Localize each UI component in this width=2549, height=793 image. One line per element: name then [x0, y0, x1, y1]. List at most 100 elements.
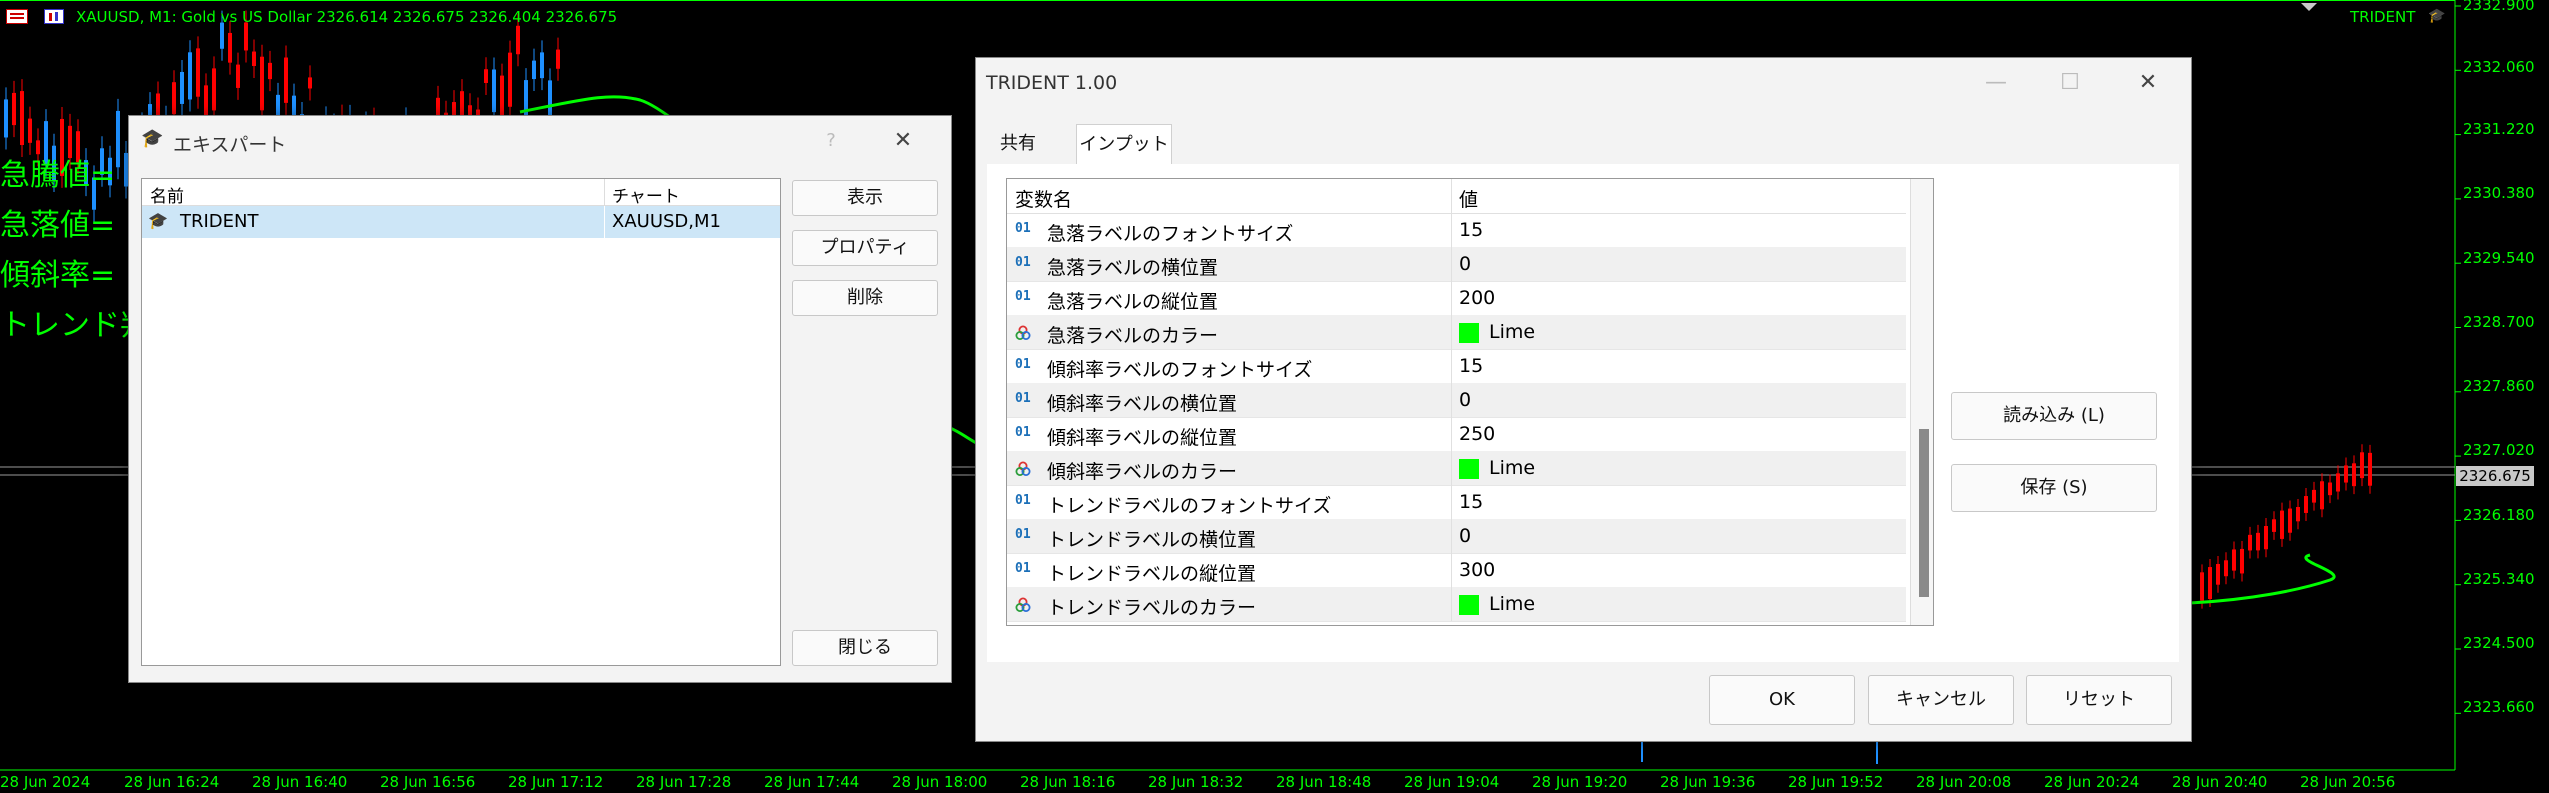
input-value[interactable]: 15	[1459, 355, 1483, 377]
maximize-button[interactable]: ☐	[2050, 68, 2090, 98]
input-row[interactable]: 01 トレンドラベルのフォントサイズ 15	[1007, 485, 1906, 520]
palette-icon	[1015, 460, 1031, 476]
candle-body	[532, 60, 536, 80]
candle-body	[540, 52, 544, 79]
input-name: トレンドラベルのフォントサイズ	[1047, 495, 1332, 517]
input-row[interactable]: 01 急落ラベルのフォントサイズ 15	[1007, 213, 1906, 248]
candle-body	[244, 22, 248, 51]
candle-body	[2296, 507, 2300, 522]
input-row[interactable]: 01 トレンドラベルの縦位置 300	[1007, 553, 1906, 588]
input-name: 急落ラベルのフォントサイズ	[1047, 223, 1294, 245]
help-button[interactable]: ?	[811, 126, 851, 156]
save-button[interactable]: 保存 (S)	[1951, 464, 2157, 512]
tab-common[interactable]: 共有	[988, 124, 1048, 164]
expert-hat-icon: 🎓	[148, 211, 168, 230]
expert-window[interactable]: 🎓 エキスパート ? ✕ 名前 チャート 🎓 TRIDENT XAUUSD,M1…	[128, 115, 952, 683]
input-name: 傾斜率ラベルのカラー	[1047, 461, 1238, 483]
input-name: 急落ラベルの横位置	[1047, 257, 1219, 279]
x-tick-label: 28 Jun 20:24	[2044, 773, 2140, 791]
input-row[interactable]: 01 傾斜率ラベルのフォントサイズ 15	[1007, 349, 1906, 384]
load-button[interactable]: 読み込み (L)	[1951, 392, 2157, 440]
candle-body	[28, 118, 32, 143]
chart-menu-icon[interactable]	[6, 9, 28, 24]
candle-body	[2360, 452, 2364, 479]
input-name: トレンドラベルのカラー	[1047, 597, 1257, 619]
variable-name-header[interactable]: 変数名	[1015, 185, 1072, 212]
reset-button[interactable]: リセット	[2026, 675, 2172, 725]
input-name: トレンドラベルの横位置	[1047, 529, 1257, 551]
minimize-button[interactable]: —	[1976, 68, 2016, 98]
input-row[interactable]: 01 急落ラベルの縦位置 200	[1007, 281, 1906, 316]
input-row[interactable]: 傾斜率ラベルのカラー Lime	[1007, 451, 1906, 486]
integer-type-icon: 01	[1015, 221, 1031, 236]
integer-type-icon: 01	[1015, 391, 1031, 406]
tab-inputs[interactable]: インプット	[1076, 124, 1172, 164]
input-value[interactable]: 15	[1459, 491, 1483, 513]
integer-type-icon: 01	[1015, 357, 1031, 372]
input-row[interactable]: 01 トレンドラベルの横位置 0	[1007, 519, 1906, 554]
value-header[interactable]: 値	[1459, 185, 1478, 212]
show-button[interactable]: 表示	[792, 180, 938, 216]
properties-button[interactable]: プロパティ	[792, 230, 938, 266]
close-button[interactable]: ✕	[883, 126, 923, 156]
candle-body	[2312, 489, 2316, 503]
input-row[interactable]: 01 急落ラベルの横位置 0	[1007, 247, 1906, 282]
scrollbar-thumb[interactable]	[1919, 429, 1929, 597]
chart-type-icon[interactable]	[44, 9, 64, 24]
candle-body	[228, 32, 232, 63]
close-dialog-button[interactable]: 閉じる	[792, 630, 938, 666]
expert-row[interactable]: 🎓 TRIDENT XAUUSD,M1	[142, 206, 780, 238]
delete-button[interactable]: 削除	[792, 280, 938, 316]
input-value[interactable]: 0	[1459, 525, 1471, 547]
x-tick-label: 28 Jun 20:40	[2172, 773, 2268, 791]
x-tick-label: 28 Jun 20:08	[1916, 773, 2012, 791]
input-row[interactable]: 01 傾斜率ラベルの縦位置 250	[1007, 417, 1906, 452]
expert-window-titlebar[interactable]: 🎓 エキスパート ? ✕	[129, 116, 951, 166]
candle-body	[268, 62, 272, 80]
color-swatch[interactable]	[1459, 595, 1479, 615]
color-swatch[interactable]	[1459, 323, 1479, 343]
expert-list[interactable]: 名前 チャート 🎓 TRIDENT XAUUSD,M1	[141, 178, 781, 666]
input-row[interactable]: トレンドラベルのカラー Lime	[1007, 587, 1906, 622]
candle-body	[252, 51, 256, 67]
palette-icon	[1015, 596, 1031, 612]
candle-body	[2224, 560, 2228, 577]
input-value[interactable]: 0	[1459, 253, 1471, 275]
close-button[interactable]: ✕	[2128, 68, 2168, 98]
y-tick-label: 2331.220	[2463, 120, 2535, 138]
input-value[interactable]: 300	[1459, 559, 1495, 581]
column-name-header[interactable]: 名前	[150, 182, 184, 207]
candle-body	[2248, 534, 2252, 551]
color-swatch[interactable]	[1459, 459, 1479, 479]
input-value[interactable]: Lime	[1489, 593, 1535, 615]
candle-body	[284, 57, 288, 103]
ok-button[interactable]: OK	[1709, 675, 1855, 725]
input-value[interactable]: 15	[1459, 219, 1483, 241]
candle-body	[484, 69, 488, 83]
input-value[interactable]: Lime	[1489, 457, 1535, 479]
candle-body	[516, 25, 520, 55]
column-divider	[1451, 281, 1452, 315]
input-value[interactable]: 0	[1459, 389, 1471, 411]
expert-list-header: 名前 チャート	[142, 179, 780, 207]
indicator-label[interactable]: TRIDENT	[2350, 8, 2415, 26]
x-tick-label: 28 Jun 17:28	[636, 773, 732, 791]
x-tick-label: 28 Jun 17:12	[508, 773, 604, 791]
cancel-button[interactable]: キャンセル	[1868, 675, 2014, 725]
input-row[interactable]: 01 傾斜率ラベルの横位置 0	[1007, 383, 1906, 418]
trident-properties-window[interactable]: TRIDENT 1.00 — ☐ ✕ 共有 インプット 変数名 値 01 急落ラベ…	[975, 57, 2192, 742]
inputs-grid[interactable]: 変数名 値 01 急落ラベルのフォントサイズ 15 01 急落ラベルの横位置 0 01 急落ラ…	[1006, 178, 1934, 626]
candle-body	[4, 99, 8, 138]
grid-scrollbar[interactable]	[1910, 179, 1933, 625]
input-row[interactable]: 急落ラベルのカラー Lime	[1007, 315, 1906, 350]
candle-body	[2200, 572, 2204, 601]
input-value[interactable]: Lime	[1489, 321, 1535, 343]
column-chart-header[interactable]: チャート	[612, 182, 680, 207]
candle-body	[2288, 508, 2292, 533]
input-value[interactable]: 200	[1459, 287, 1495, 309]
candle-body	[116, 110, 120, 168]
trident-window-titlebar[interactable]: TRIDENT 1.00 — ☐ ✕	[976, 58, 2191, 108]
palette-icon	[1015, 324, 1031, 340]
x-tick-label: 28 Jun 16:56	[380, 773, 476, 791]
input-value[interactable]: 250	[1459, 423, 1495, 445]
